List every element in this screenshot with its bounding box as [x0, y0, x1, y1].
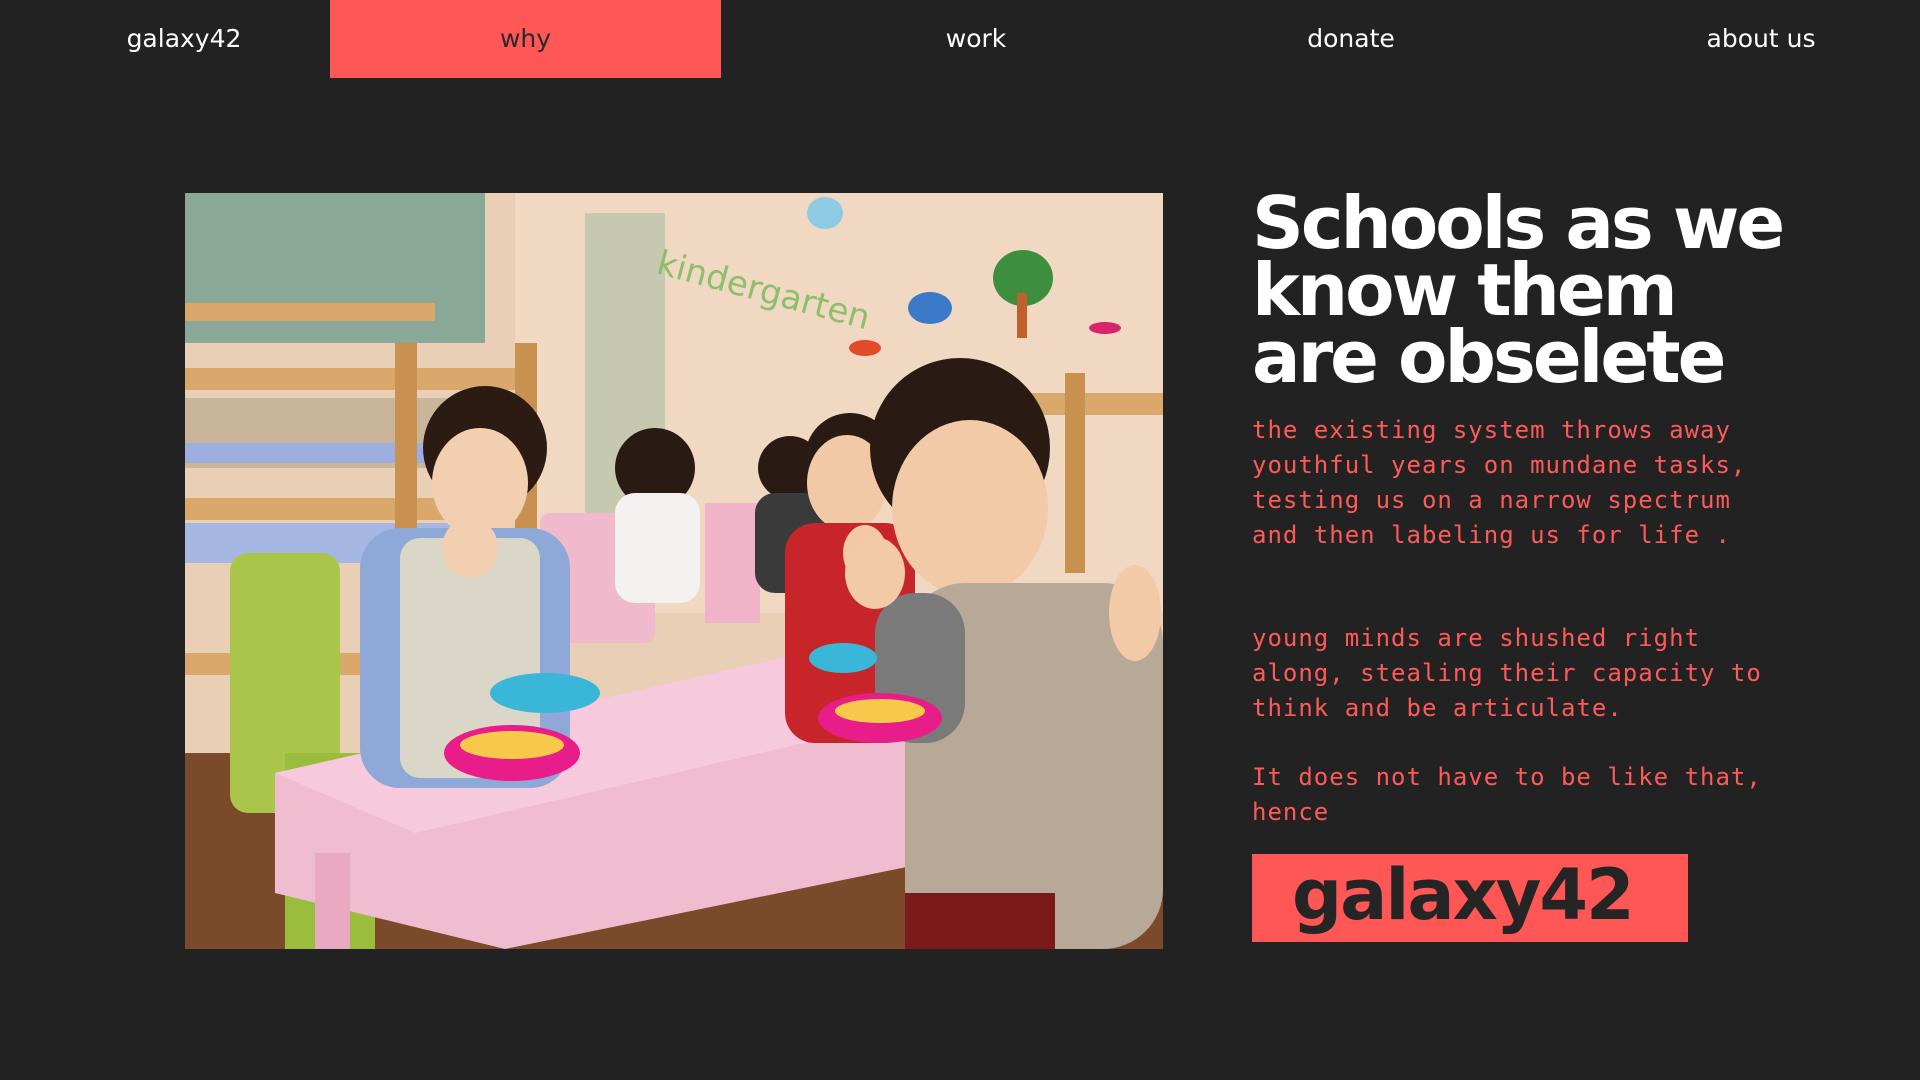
nav-why-link[interactable]: why — [330, 0, 721, 78]
classroom-photo: kindergarten — [185, 193, 1163, 949]
top-nav: galaxy42 why work donate about us — [0, 0, 1920, 78]
nav-donate-link[interactable]: donate — [1251, 0, 1451, 78]
nav-about-link[interactable]: about us — [1661, 0, 1861, 78]
nav-work-link[interactable]: work — [876, 0, 1076, 78]
brand-logo-text: galaxy42 — [1292, 854, 1635, 936]
hero-paragraph-1: the existing system throws away youthful… — [1252, 416, 1747, 549]
nav-home-link[interactable]: galaxy42 — [84, 0, 284, 78]
hero-paragraph-2: young minds are shushed right along, ste… — [1252, 624, 1762, 722]
hero-headline: Schools as we know them are obselete — [1252, 181, 1785, 399]
hero-paragraph-3: It does not have to be like that, hence — [1252, 763, 1762, 826]
brand-logo-box[interactable]: galaxy42 — [1252, 854, 1688, 942]
